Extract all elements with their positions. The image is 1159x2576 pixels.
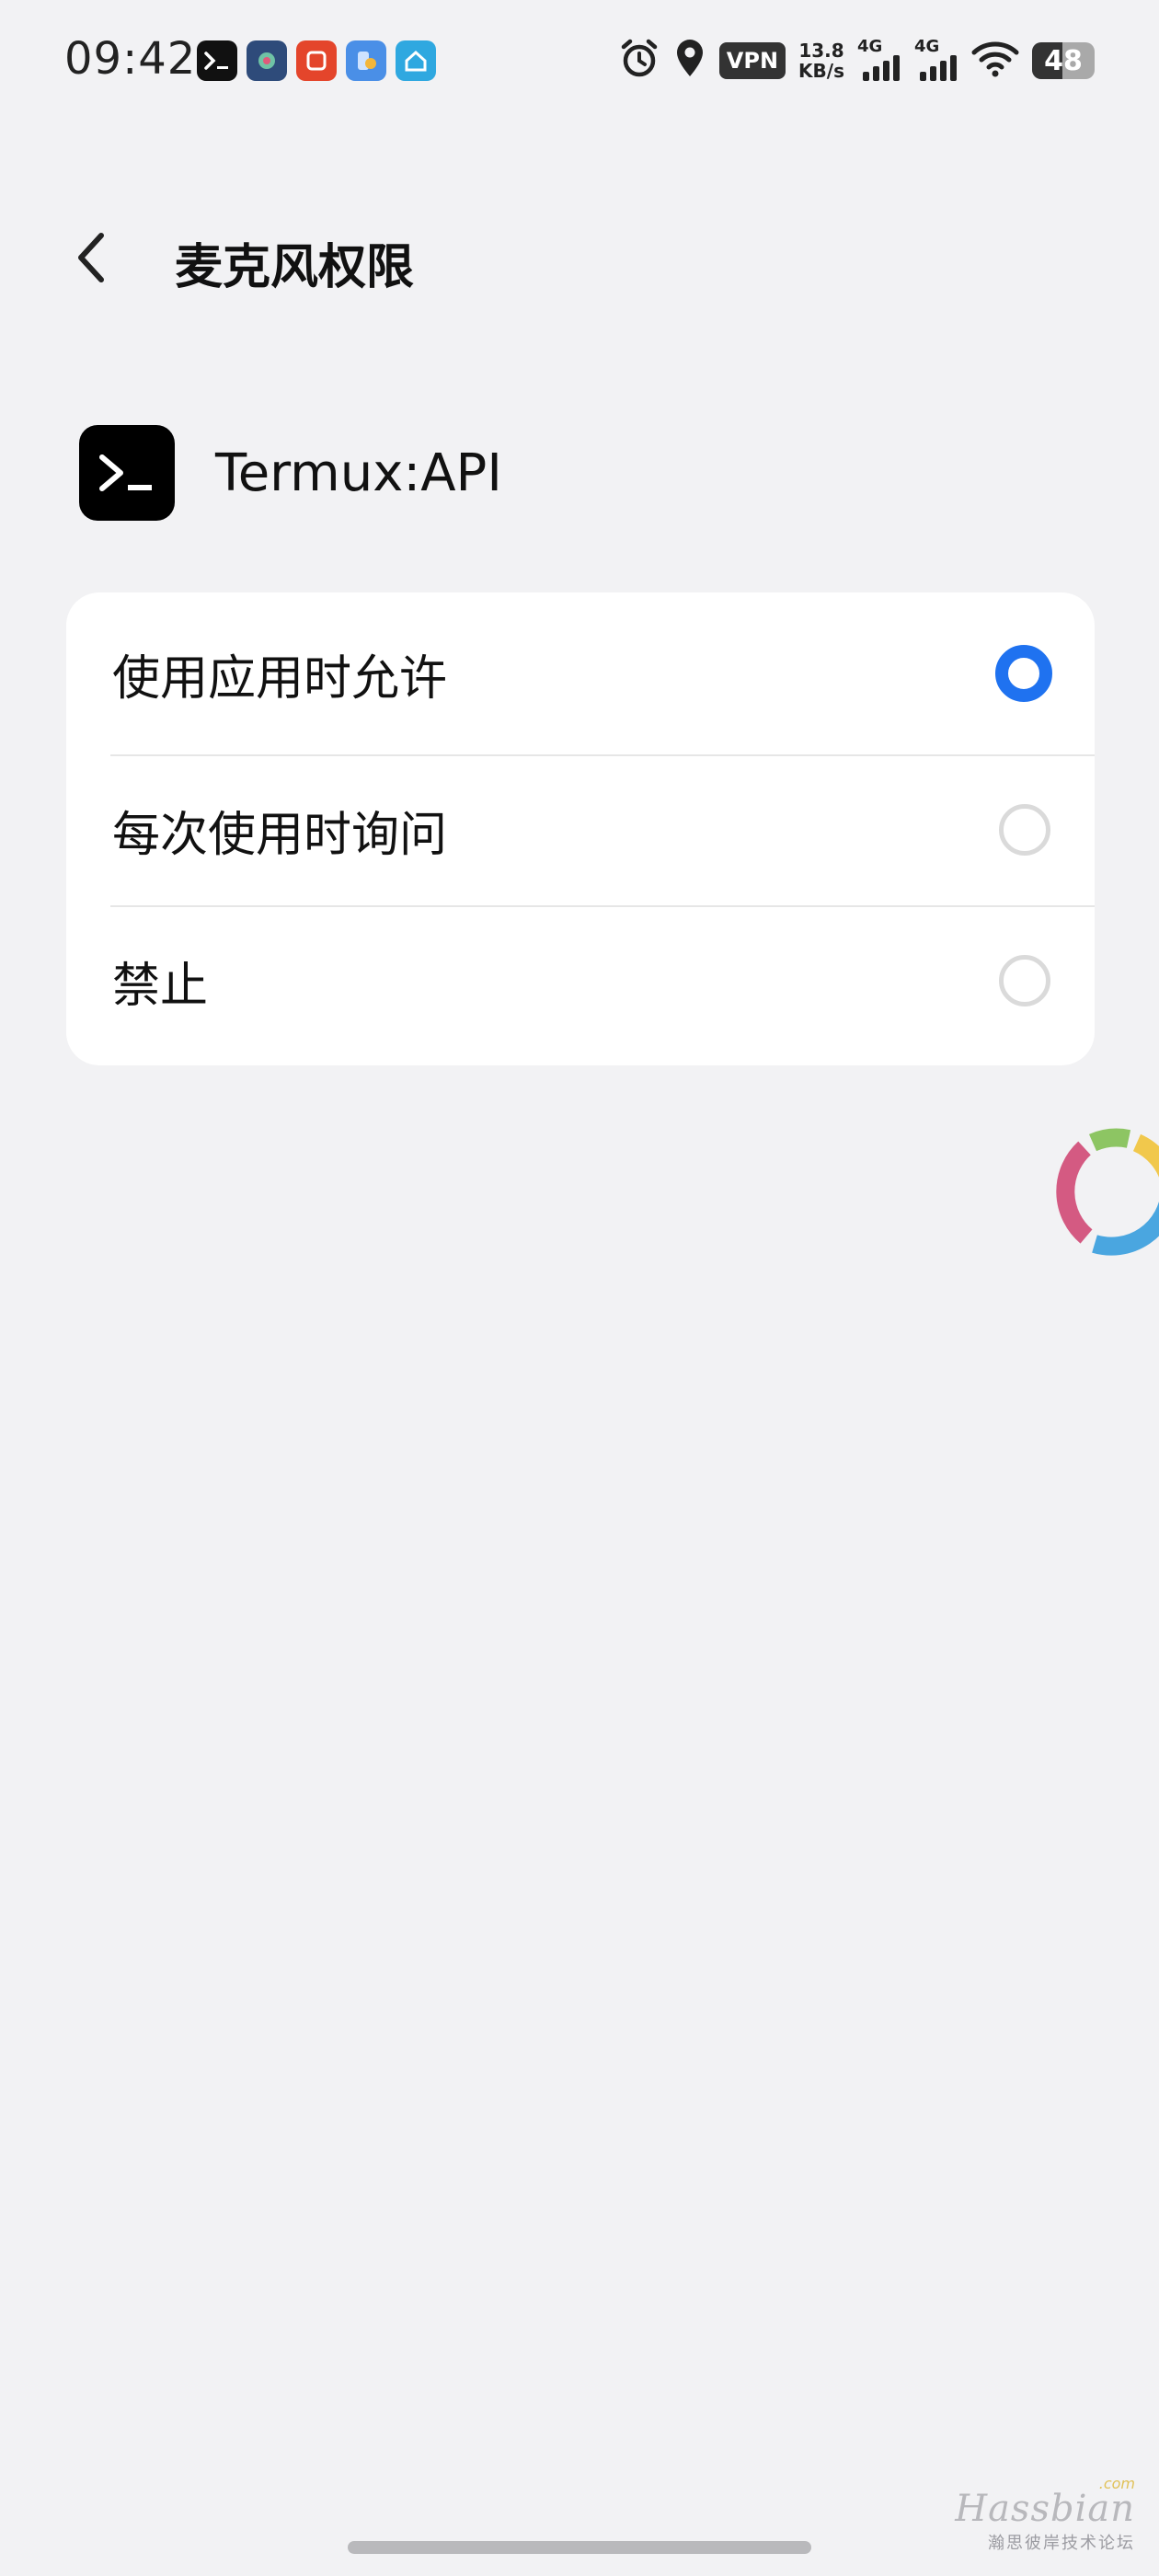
termux-icon [197,40,237,81]
signal-icon: 4G [857,37,901,81]
app-name: Termux:API [215,443,502,503]
status-time: 09:42 [64,33,197,85]
option-label: 禁止 [112,958,209,1014]
divider [110,905,1095,907]
status-bar: 09:42 VPN 13.8 KB/s 4G 4G 48 [0,0,1159,129]
app-icon [247,40,287,81]
radio-unselected[interactable] [999,804,1050,856]
option-deny[interactable]: 禁止 [66,905,1095,1056]
listen-app-icon [296,40,337,81]
option-label: 使用应用时允许 [112,650,448,707]
location-icon [673,38,706,84]
option-ask-every-time[interactable]: 每次使用时询问 [66,754,1095,905]
home-indicator[interactable] [348,2541,811,2554]
page-title: 麦克风权限 [175,240,415,295]
termux-app-icon [79,425,175,521]
vpn-icon: VPN [718,42,786,79]
chevron-left-icon [78,233,104,282]
alarm-icon [618,38,660,84]
page-header: 麦克风权限 [0,212,1159,304]
back-button[interactable] [64,230,120,285]
network-speed: 13.8 KB/s [798,40,844,82]
signal-icon: 4G [914,37,958,81]
radio-unselected[interactable] [999,955,1050,1006]
radio-selected[interactable] [995,645,1052,702]
files-app-icon [346,40,386,81]
system-icons: VPN 13.8 KB/s 4G 4G 48 [618,33,1095,88]
floating-assistant-icon[interactable] [1034,1115,1159,1271]
notification-icons [197,40,436,81]
app-info: Termux:API [79,425,502,521]
wifi-icon [971,40,1019,82]
option-label: 每次使用时询问 [112,807,448,863]
battery-icon: 48 [1032,42,1095,79]
home-app-icon [396,40,436,81]
divider [110,754,1095,756]
option-allow-while-using[interactable]: 使用应用时允许 [66,592,1095,754]
watermark: .com Hassbian 瀚思彼岸技术论坛 [955,2475,1135,2553]
permission-options: 使用应用时允许 每次使用时询问 禁止 [66,592,1095,1065]
